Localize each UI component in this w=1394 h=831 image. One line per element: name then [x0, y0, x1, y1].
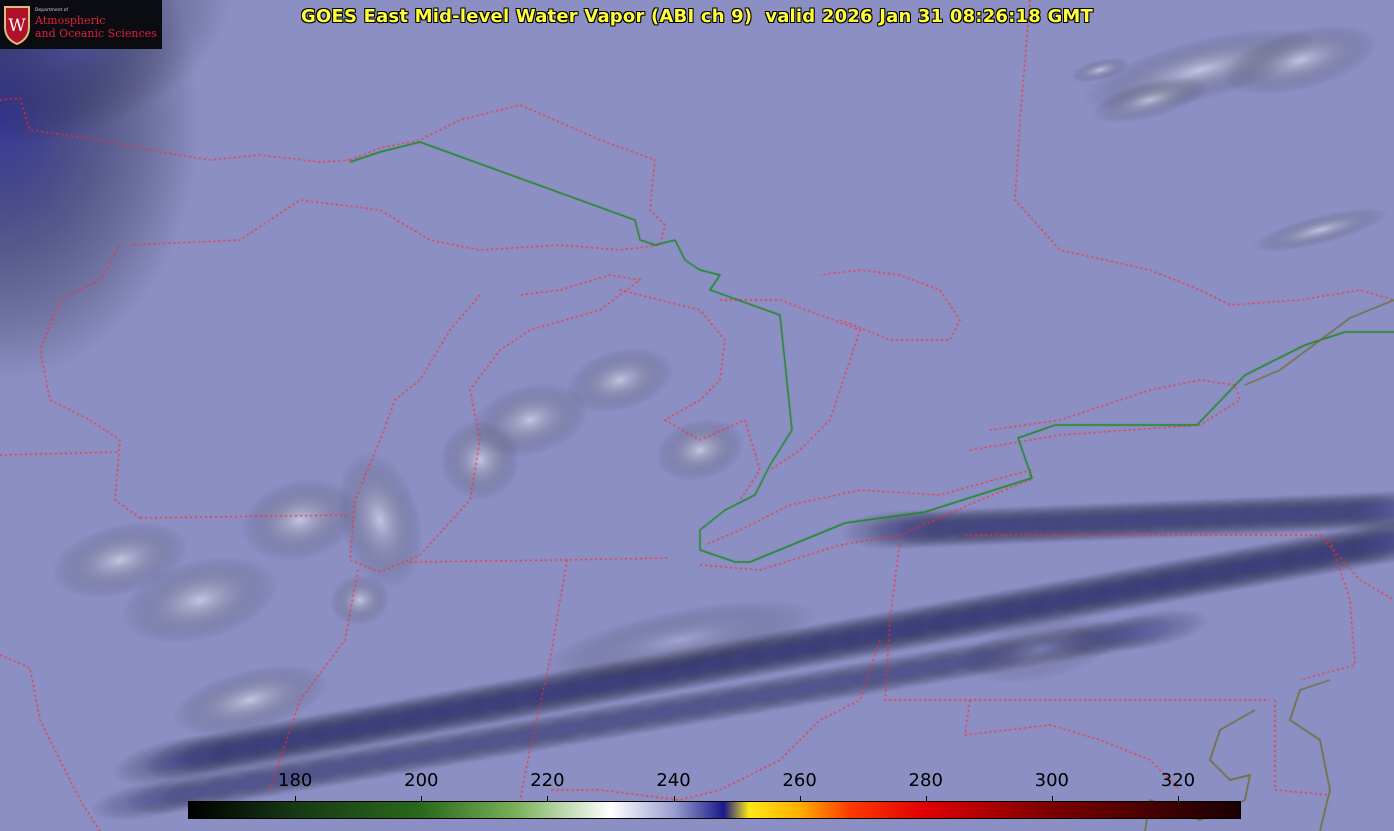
temperature-colorbar: [188, 801, 1241, 819]
logo-line2: and Oceanic Sciences: [35, 27, 157, 40]
image-title: GOES East Mid-level Water Vapor (ABI ch …: [300, 6, 1094, 27]
colorbar-tick-label: 180: [278, 770, 313, 791]
colorbar-tick-label: 280: [908, 770, 943, 791]
colorbar-tick-label: 260: [782, 770, 817, 791]
colorbar-tick-label: 300: [1034, 770, 1070, 791]
colorbar-tick-label: 200: [404, 770, 439, 791]
colorbar-tick-label: 320: [1160, 770, 1196, 791]
colorbar-tick-label: 240: [656, 770, 691, 791]
colorbar-tick-label: 220: [530, 770, 565, 791]
water-vapor-imagery: [0, 0, 1394, 831]
